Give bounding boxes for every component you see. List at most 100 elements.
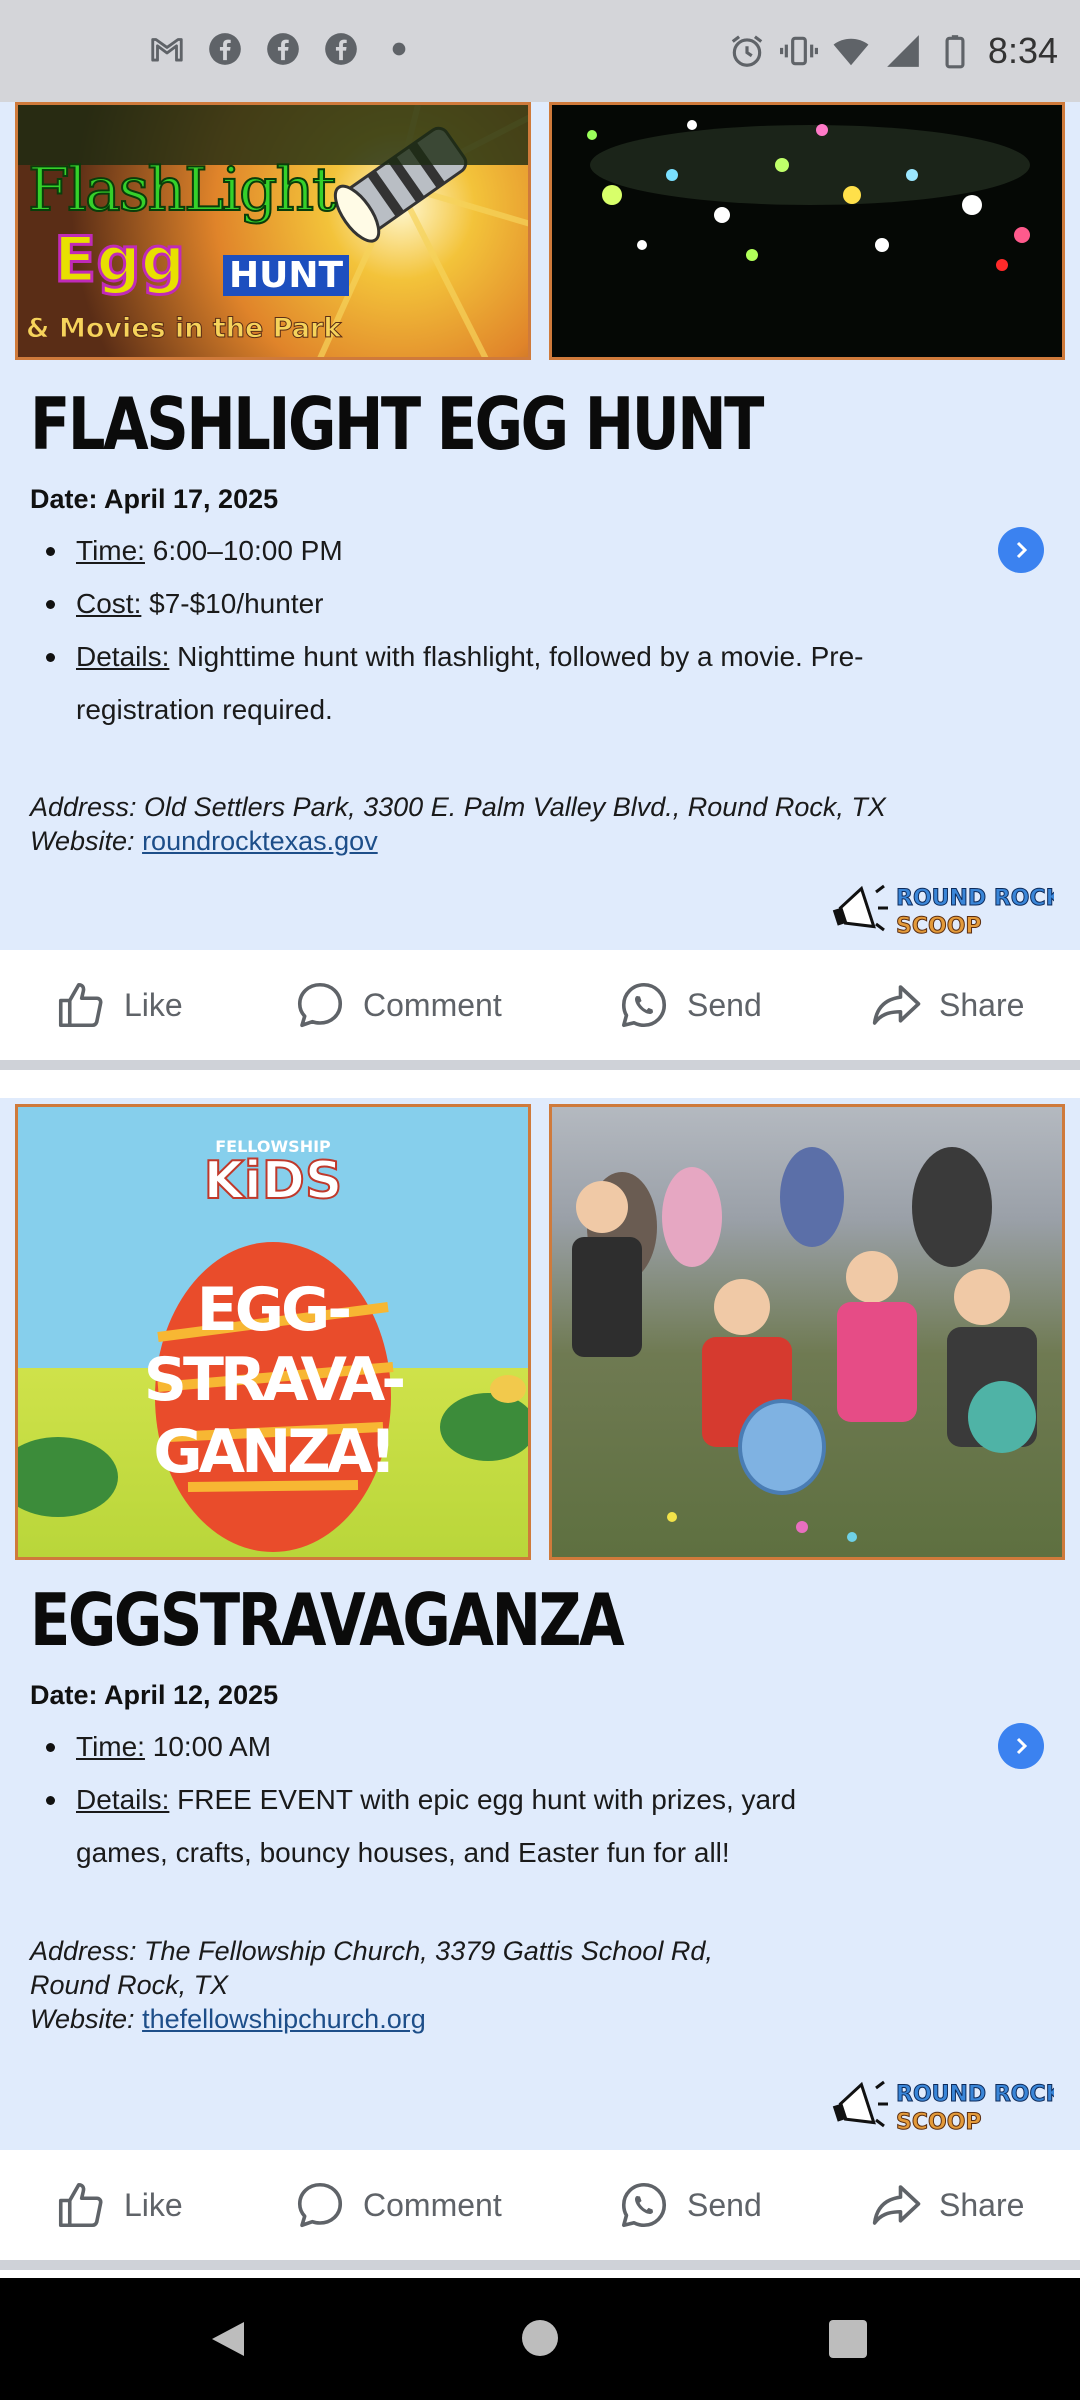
status-bar: 8:34 — [0, 0, 1080, 102]
flyer-title-hunt: HUNT — [223, 255, 350, 296]
post-eggstravaganza: FELLOWSHIP KiDS EGG- STRAVA- GANZA! EGGS… — [0, 1098, 1080, 2150]
detail-label: Cost: — [76, 588, 142, 619]
share-arrow-icon — [872, 2185, 921, 2225]
detail-details: Details: Nighttime hunt with flashlight,… — [30, 630, 930, 736]
like-label: Like — [124, 986, 183, 1023]
logo-text-scoop: SCOOP — [896, 2110, 982, 2135]
send-label: Send — [687, 2186, 762, 2223]
website-label: Website: — [30, 2004, 143, 2034]
home-button[interactable] — [522, 2320, 558, 2356]
event-title: FLASHLIGHT EGG HUNT — [30, 382, 764, 466]
flashlight-egg-hunt-flyer-image[interactable]: FlashLight Egg HUNT & Movies in the Park — [15, 102, 531, 360]
chevron-right-icon — [1016, 1737, 1028, 1755]
post-flashlight-egg-hunt: FlashLight Egg HUNT & Movies in the Park… — [0, 102, 1080, 950]
post-actions-bar: Like Comment Send Share — [0, 2150, 1080, 2260]
notification-icons — [148, 30, 418, 68]
flyer-title-egg: Egg — [52, 222, 186, 298]
dot-icon — [392, 42, 406, 56]
event-address-line-1: Address: The Fellowship Church, 3379 Gat… — [30, 1936, 713, 1966]
share-label: Share — [939, 986, 1025, 1023]
detail-value: FREE EVENT with epic egg hunt with prize… — [76, 1784, 797, 1868]
flyer-egg-label: EGG- — [196, 1275, 352, 1345]
share-arrow-icon — [872, 985, 921, 1025]
vibrate-icon — [779, 36, 818, 66]
logo-text-round-rock: ROUND ROCK — [896, 2082, 1054, 2107]
system-navigation-bar — [0, 2278, 1080, 2400]
recent-apps-button[interactable] — [829, 2320, 867, 2358]
share-label: Share — [939, 2186, 1025, 2223]
detail-time: Time: 6:00–10:00 PM — [30, 524, 930, 577]
eggstravaganza-flyer-image[interactable]: FELLOWSHIP KiDS EGG- STRAVA- GANZA! — [15, 1104, 531, 1560]
clock-time: 8:34 — [987, 30, 1058, 71]
event-details-list: Time: 6:00–10:00 PM Cost: $7-$10/hunter … — [30, 524, 930, 736]
website-label: Website: — [30, 826, 143, 856]
detail-value: 6:00–10:00 PM — [144, 535, 343, 566]
event-date: Date: April 12, 2025 — [30, 1680, 279, 1710]
logo-text-scoop: SCOOP — [896, 914, 982, 939]
kids-egg-hunt-photo[interactable] — [549, 1104, 1065, 1560]
round-rock-scoop-logo: ROUND ROCK SCOOP — [832, 2080, 1054, 2136]
system-icons: 8:34 — [728, 30, 1058, 72]
logo-text-round-rock: ROUND ROCK — [896, 886, 1054, 911]
open-link-button[interactable] — [998, 1723, 1044, 1769]
children-running-scene — [572, 1147, 1037, 1542]
detail-details: Details: FREE EVENT with epic egg hunt w… — [30, 1773, 830, 1879]
event-details-list: Time: 10:00 AM Details: FREE EVENT with … — [30, 1720, 830, 1879]
detail-label: Details: — [76, 1784, 170, 1815]
detail-label: Details: — [76, 641, 170, 672]
night-egg-hunt-photo[interactable] — [549, 102, 1065, 360]
post-separator — [0, 1060, 1080, 1070]
post-actions-bar: Like Comment Send Share — [0, 950, 1080, 1060]
like-label: Like — [124, 2186, 183, 2223]
post-separator — [0, 2260, 1080, 2270]
comment-icon — [297, 982, 343, 1028]
like-button[interactable]: Like — [54, 978, 183, 1032]
send-button[interactable]: Send — [617, 2178, 762, 2232]
open-link-button[interactable] — [998, 527, 1044, 573]
share-button[interactable]: Share — [869, 2178, 1024, 2232]
flyer-strava-label: STRAVA- — [143, 1345, 406, 1415]
event-address-block: Address: The Fellowship Church, 3379 Gat… — [30, 1934, 713, 2036]
comment-button[interactable]: Comment — [293, 978, 502, 1032]
thumbs-up-icon — [58, 2182, 103, 2228]
event-address: Address: Old Settlers Park, 3300 E. Palm… — [30, 792, 886, 822]
flyer-subtitle: & Movies in the Park — [25, 313, 342, 345]
event-address-line-2: Round Rock, TX — [30, 1970, 229, 2000]
battery-icon — [945, 35, 965, 69]
event-address-block: Address: Old Settlers Park, 3300 E. Palm… — [30, 790, 886, 858]
send-button[interactable]: Send — [617, 978, 762, 1032]
detail-cost: Cost: $7-$10/hunter — [30, 577, 930, 630]
signal-icon — [887, 35, 919, 67]
website-link[interactable]: thefellowshipchurch.org — [142, 2004, 426, 2034]
event-title: EGGSTRAVAGANZA — [30, 1578, 625, 1662]
whatsapp-icon — [621, 982, 667, 1028]
detail-label: Time: — [76, 535, 145, 566]
facebook-icon — [209, 33, 241, 65]
night-crowd-lights — [587, 120, 1030, 271]
chevron-right-icon — [1016, 541, 1028, 559]
thumbs-up-icon — [58, 982, 103, 1028]
flyer-ganza-label: GANZA! — [153, 1417, 396, 1487]
back-icon[interactable] — [208, 2318, 250, 2360]
website-link[interactable]: roundrocktexas.gov — [142, 826, 378, 856]
comment-icon — [297, 2182, 343, 2228]
comment-label: Comment — [363, 986, 502, 1023]
comment-button[interactable]: Comment — [293, 2178, 502, 2232]
event-date: Date: April 17, 2025 — [30, 484, 279, 514]
flyer-kids-label: KiDS — [203, 1150, 344, 1212]
alarm-icon — [731, 35, 763, 67]
send-label: Send — [687, 986, 762, 1023]
detail-value: Nighttime hunt with flashlight, followed… — [76, 641, 864, 725]
event-website-line: Website: roundrocktexas.gov — [30, 824, 886, 858]
detail-value: 10:00 AM — [144, 1731, 272, 1762]
whatsapp-icon — [621, 2182, 667, 2228]
facebook-icon — [325, 33, 357, 65]
detail-value: $7-$10/hunter — [141, 588, 324, 619]
detail-label: Time: — [76, 1731, 145, 1762]
comment-label: Comment — [363, 2186, 502, 2223]
event-website-line: Website: thefellowshipchurch.org — [30, 2002, 713, 2036]
share-button[interactable]: Share — [869, 978, 1024, 1032]
detail-time: Time: 10:00 AM — [30, 1720, 830, 1773]
like-button[interactable]: Like — [54, 2178, 183, 2232]
flyer-title-flashlight: FlashLight — [27, 154, 337, 226]
